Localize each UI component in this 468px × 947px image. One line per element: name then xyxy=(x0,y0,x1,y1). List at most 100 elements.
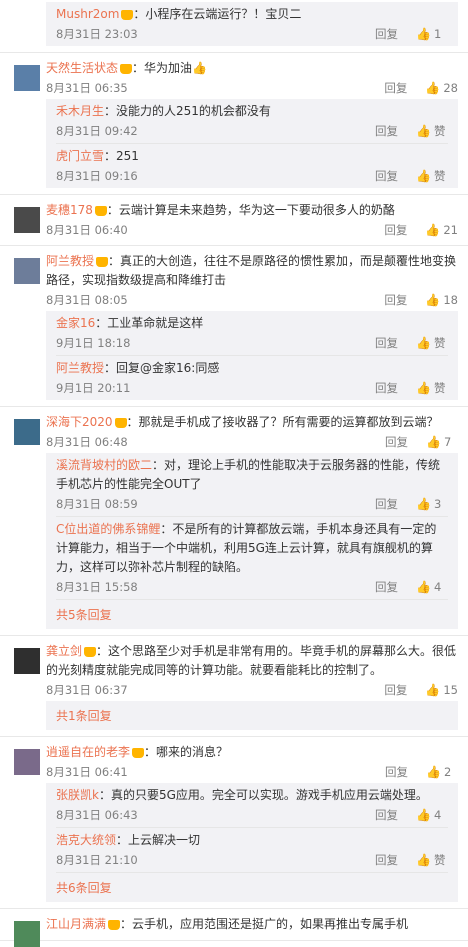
like-button[interactable]: 👍 赞 xyxy=(416,335,448,351)
reply-button[interactable]: 回复 xyxy=(375,123,398,139)
comment-user-name[interactable]: 逍遥自在的老李 xyxy=(46,745,130,759)
comment-list: 天然生活状态 ：华为加油👍 8月31日 06:35 回复 👍 28 禾木月生：没能力的人25… xyxy=(0,53,468,947)
more-replies-link[interactable]: 共5条回复 xyxy=(56,600,448,629)
avatar[interactable] xyxy=(14,749,40,775)
reply-button[interactable]: 回复 xyxy=(375,807,398,823)
reply-user-name[interactable]: 金家16 xyxy=(56,316,95,330)
thumb-icon: 👍 xyxy=(416,579,431,594)
like-count: 15 xyxy=(443,682,458,697)
comment-meta: 8月31日 15:58 回复 👍 4 xyxy=(56,577,448,596)
reply-text: 张朕凯k：真的只要5G应用。完全可以实现。游戏手机应用云端处理。 xyxy=(56,786,448,805)
reply-button[interactable]: 回复 xyxy=(375,579,398,595)
comment-content: ：那就是手机成了接收器了？所有需要的运算都放到云端？ xyxy=(126,415,439,429)
reply-user-name[interactable]: 张朕凯k xyxy=(56,788,99,802)
crown-icon xyxy=(94,205,107,216)
like-button[interactable]: 👍 赞 xyxy=(416,852,448,868)
like-button[interactable]: 👍 赞 xyxy=(416,168,448,184)
like-button[interactable]: 👍 15 xyxy=(425,683,458,697)
comment-user-name[interactable]: 江山月满满 xyxy=(46,917,106,931)
reply-button[interactable]: 回复 xyxy=(375,168,398,184)
reply-button[interactable]: 回复 xyxy=(384,292,407,308)
like-button[interactable]: 👍 21 xyxy=(425,223,458,237)
comment-user-name[interactable]: 深海下2020 xyxy=(46,415,113,429)
reply-button[interactable]: 回复 xyxy=(384,682,407,698)
reply-button[interactable]: 回复 xyxy=(375,380,398,396)
reply-text: 阿兰教授：回复@金家16:同感 xyxy=(56,359,448,378)
reply-button[interactable]: 回复 xyxy=(385,434,408,450)
reply-button[interactable]: 回复 xyxy=(385,764,408,780)
like-button[interactable]: 👍 赞 xyxy=(416,380,448,396)
reply-user-name[interactable]: Mushr2om xyxy=(56,7,119,21)
thumb-icon: 👍 xyxy=(416,852,431,867)
like-button[interactable]: 👍 1 xyxy=(416,27,448,41)
avatar[interactable] xyxy=(14,648,40,674)
reply-item: C位出道的佛系锦鲤：不是所有的计算都放云端，手机本身还具有一定的计算能力，相当于… xyxy=(56,517,448,600)
avatar[interactable] xyxy=(14,921,40,947)
reply-block: 金家16：工业革命就是这样 9月1日 18:18 回复 👍 赞阿兰教授：回复@金家16:… xyxy=(46,311,458,400)
reply-button[interactable]: 回复 xyxy=(375,335,398,351)
comment-time: 8月31日 08:05 xyxy=(46,292,128,307)
reply-user-name[interactable]: 阿兰教授 xyxy=(56,361,104,375)
comment-meta: 8月31日 08:05 回复 👍 18 xyxy=(46,290,458,309)
reply-user-name[interactable]: 溪流背坡村的欧二 xyxy=(56,458,152,472)
reply-button[interactable]: 回复 xyxy=(384,222,407,238)
more-replies-link[interactable]: 共1条回复 xyxy=(56,701,448,730)
reply-user-name[interactable]: 禾木月生 xyxy=(56,104,104,118)
comment-content: ：华为加油👍 xyxy=(132,61,207,75)
comment-meta: 8月31日 09:42 回复 👍 赞 xyxy=(56,121,448,140)
reply-text: 虎门立雪：251 xyxy=(56,147,448,166)
avatar[interactable] xyxy=(14,65,40,91)
like-button[interactable]: 👍 赞 xyxy=(416,123,448,139)
crown-icon xyxy=(132,747,145,758)
reply-time: 9月1日 18:18 xyxy=(56,335,131,350)
like-count: 赞 xyxy=(434,380,446,395)
comment-user-name[interactable]: 龚立剑 xyxy=(46,644,82,658)
reply-item: 溪流背坡村的欧二：对，理论上手机的性能取决于云服务器的性能，传统手机芯片的性能完… xyxy=(56,453,448,517)
reply-content: ：真的只要5G应用。完全可以实现。游戏手机应用云端处理。 xyxy=(98,788,428,802)
reply-button[interactable]: 回复 xyxy=(375,496,398,512)
like-button[interactable]: 👍 4 xyxy=(416,808,448,822)
comment-item: 江山月满满 ：云手机，应用范围还是挺广的，如果再推出专属手机 xyxy=(0,909,468,947)
avatar[interactable] xyxy=(14,207,40,233)
avatar[interactable] xyxy=(14,419,40,445)
like-button[interactable]: 👍 18 xyxy=(425,293,458,307)
reply-button[interactable]: 回复 xyxy=(375,26,398,42)
reply-time: 8月31日 23:03 xyxy=(56,26,138,41)
like-count: 7 xyxy=(444,434,452,449)
thumb-icon: 👍 xyxy=(426,434,441,449)
comment-meta: 9月1日 20:11 回复 👍 赞 xyxy=(56,378,448,397)
like-button[interactable]: 👍 2 xyxy=(426,765,458,779)
thumb-icon: 👍 xyxy=(416,26,431,41)
thumb-icon: 👍 xyxy=(425,222,441,237)
reply-item: 张朕凯k：真的只要5G应用。完全可以实现。游戏手机应用云端处理。 8月31日 06… xyxy=(56,783,448,828)
reply-meta: 8月31日 23:03 回复 👍 1 xyxy=(56,24,448,43)
reply-user-name[interactable]: C位出道的佛系锦鲤 xyxy=(56,522,160,536)
comment-item: 阿兰教授 ：真正的大创造，往往不是原路径的惯性累加，而是颠覆性地变换路径，实现指数… xyxy=(0,246,468,407)
comment-user-name[interactable]: 阿兰教授 xyxy=(46,254,94,268)
comment-item: 逍遥自在的老李 ：哪来的消息？ 8月31日 06:41 回复 👍 2 张朕凯k：真的只要5G… xyxy=(0,737,468,909)
reply-user-name[interactable]: 虎门立雪 xyxy=(56,149,104,163)
comment-meta: 8月31日 08:59 回复 👍 3 xyxy=(56,494,448,513)
reply-button[interactable]: 回复 xyxy=(375,852,398,868)
reply-button[interactable]: 回复 xyxy=(384,80,407,96)
comment-text: 龚立剑 ：这个思路至少对手机是非常有用的。毕竟手机的屏幕那么大。很低的光刻精度就能… xyxy=(46,642,458,680)
reply-time: 8月31日 06:43 xyxy=(56,807,138,822)
reply-user-name[interactable]: 浩克大统领 xyxy=(56,833,116,847)
reply-time: 8月31日 21:10 xyxy=(56,852,138,867)
comment-item: 深海下2020 ：那就是手机成了接收器了？所有需要的运算都放到云端？ 8月31日 0… xyxy=(0,407,468,636)
avatar[interactable] xyxy=(14,258,40,284)
comment-body: 阿兰教授 ：真正的大创造，往往不是原路径的惯性累加，而是颠覆性地变换路径，实现指数… xyxy=(0,252,468,400)
like-button[interactable]: 👍 28 xyxy=(425,81,458,95)
like-button[interactable]: 👍 4 xyxy=(416,580,448,594)
reply-text: 浩克大统领：上云解决一切 xyxy=(56,831,448,850)
like-button[interactable]: 👍 3 xyxy=(416,497,448,511)
comment-body: 龚立剑 ：这个思路至少对手机是非常有用的。毕竟手机的屏幕那么大。很低的光刻精度就能… xyxy=(0,642,468,730)
crown-icon xyxy=(121,9,134,20)
comment-user-name[interactable]: 天然生活状态 xyxy=(46,61,118,75)
more-replies-link[interactable]: 共6条回复 xyxy=(56,873,448,902)
comment-user-name[interactable]: 麦穗178 xyxy=(46,203,93,217)
comment-body: 麦穗178 ：云端计算是未来趋势，华为这一下要动很多人的奶酪 8月31日 06:40… xyxy=(0,201,468,239)
like-count: 1 xyxy=(434,26,442,41)
like-button[interactable]: 👍 7 xyxy=(426,435,458,449)
comment-time: 8月31日 06:41 xyxy=(46,764,128,779)
